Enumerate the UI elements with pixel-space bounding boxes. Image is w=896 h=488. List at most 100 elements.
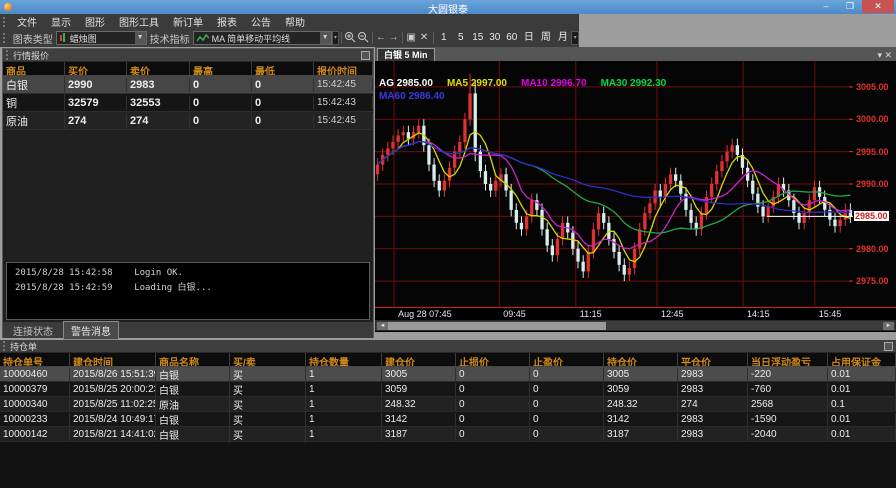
back-arrow-icon[interactable]: ← [374,31,387,45]
positions-cell: 2983 [678,368,748,381]
chart-scrollbar[interactable]: ◄ ► [375,320,896,331]
positions-cell: 10000233 [0,413,70,426]
menu-item-帮助[interactable]: 帮助 [278,14,312,29]
quotes-header-row: 商品买价卖价最高最低报价时间 [3,62,373,76]
indicator-dropdown[interactable]: MA 简单移动平均线 ▼ [193,31,332,45]
menu-item-显示[interactable]: 显示 [44,14,78,29]
positions-cell: -2040 [748,428,828,441]
quotes-cell: 32579 [65,96,127,110]
indicator-label: 技术指标 [150,31,190,46]
table-row[interactable]: 铜32579325530015:42:43 [3,94,373,112]
panel-restore-icon[interactable] [884,342,893,351]
positions-cell: 3005 [604,368,678,381]
timeframe-buttons: 15153060日周月 [435,31,571,45]
zoom-out-icon[interactable] [357,31,370,45]
positions-column-header: 持仓数量 [306,353,382,366]
quotes-cell: 274 [65,114,127,128]
menu-item-报表[interactable]: 报表 [210,14,244,29]
positions-cell: 2015/8/25 20:00:23 [70,383,156,396]
zoom-in-icon[interactable] [344,31,357,45]
timeframe-button-30[interactable]: 30 [486,31,503,45]
timeframe-button-月[interactable]: 月 [554,31,571,45]
positions-cell: 10000460 [0,368,70,381]
new-window-icon[interactable]: ▣ [405,31,418,45]
positions-column-header: 平仓价 [678,353,748,366]
positions-cell: 3059 [604,383,678,396]
indicator-overflow-button[interactable]: ▾ [332,31,340,45]
price-tick-label: 2980.00 [856,244,889,254]
positions-column-header: 持仓单号 [0,353,70,366]
log-tab-连接状态[interactable]: 连接状态 [6,322,60,339]
positions-cell: 2015/8/24 10:49:17 [70,413,156,426]
positions-cell: 白银 [156,426,230,443]
table-row[interactable]: 白银299029830015:42:45 [3,76,373,94]
scrollbar-thumb[interactable] [388,322,606,330]
toolbar-separator [341,32,342,44]
timeframe-button-日[interactable]: 日 [520,31,537,45]
positions-body: 100004602015/8/26 15:51:39白银买13005003005… [0,367,896,442]
timeframe-button-15[interactable]: 15 [469,31,486,45]
maximize-button[interactable]: ❐ [838,0,862,13]
close-button[interactable]: ✕ [862,0,894,13]
legend-entry-MA10: MA10 2996.70 [521,78,587,89]
positions-cell: 0 [456,398,530,411]
positions-cell: 0.1 [828,398,896,411]
quotes-column-header: 最高 [190,62,252,75]
menu-item-公告[interactable]: 公告 [244,14,278,29]
positions-cell: 1 [306,413,382,426]
timeframe-button-周[interactable]: 周 [537,31,554,45]
chevron-down-icon[interactable]: ▼ [320,32,331,44]
positions-cell: 274 [678,398,748,411]
timeframe-button-1[interactable]: 1 [435,31,452,45]
menu-item-文件[interactable]: 文件 [10,14,44,29]
scroll-right-icon[interactable]: ► [883,322,894,330]
positions-cell: 3059 [382,383,456,396]
positions-header-row: 持仓单号建仓时间商品名称买/卖持仓数量建仓价止损价止盈价持仓价平仓价当日浮动盈亏… [0,353,896,367]
positions-cell: 10000142 [0,428,70,441]
log-tab-警告消息[interactable]: 警告消息 [63,321,119,340]
quotes-column-header: 卖价 [127,62,190,75]
table-row[interactable]: 100001422015/8/21 14:41:02白银买13187003187… [0,427,896,442]
chart-window: 白银 5 Min ▾ ✕ AG 2985.00MA5 2997.00MA10 2… [375,47,896,338]
chevron-down-icon[interactable]: ▼ [135,32,146,44]
quotes-cell: 2983 [127,78,190,92]
quotes-cell: 274 [127,114,190,128]
toolbar-overflow-button[interactable]: ▾ [571,31,579,45]
log-tab-bar: 连接状态警告消息 [3,322,373,338]
minimize-button[interactable]: – [814,0,838,13]
timeframe-button-60[interactable]: 60 [503,31,520,45]
positions-column-header: 建仓价 [382,353,456,366]
scroll-left-icon[interactable]: ◄ [377,322,388,330]
table-row[interactable]: 100003402015/8/25 11:02:25原油买1248.320024… [0,397,896,412]
log-line: 2015/8/28 15:42:59 Loading 白银... [15,281,361,296]
chart-tab-controls[interactable]: ▾ ✕ [877,50,892,61]
forward-arrow-icon[interactable]: → [387,31,400,45]
delete-icon[interactable]: ✕ [418,31,431,45]
panel-restore-icon[interactable] [361,51,370,60]
chart-legend: AG 2985.00MA5 2997.00MA10 2996.70MA30 29… [379,77,680,103]
quotes-cell: 0 [252,78,314,92]
positions-cell: 3142 [604,413,678,426]
time-tick-label: 15:45 [819,309,842,319]
positions-cell: 0 [456,383,530,396]
chart-type-label: 图表类型 [13,31,53,46]
table-row[interactable]: 原油2742740015:42:45 [3,112,373,130]
positions-cell: 0 [456,428,530,441]
table-row[interactable]: 100004602015/8/26 15:51:39白银买13005003005… [0,367,896,382]
chart-type-dropdown[interactable]: 蜡烛图 ▼ [56,31,147,45]
positions-cell: 2983 [678,383,748,396]
table-row[interactable]: 100003792015/8/25 20:00:23白银买13059003059… [0,382,896,397]
price-tick-label: 2985.00 [854,211,889,221]
quotes-column-header: 报价时间 [314,62,373,75]
menu-item-图形工具[interactable]: 图形工具 [112,14,166,29]
timeframe-button-5[interactable]: 5 [452,31,469,45]
toolbar-separator [433,32,434,44]
menu-item-新订单[interactable]: 新订单 [166,14,210,29]
toolbar-grip [3,33,6,43]
candlestick-chart[interactable]: AG 2985.00MA5 2997.00MA10 2996.70MA30 29… [375,61,853,307]
time-tick-label: 14:15 [747,309,770,319]
menu-item-图形[interactable]: 图形 [78,14,112,29]
chart-tab[interactable]: 白银 5 Min [377,48,435,61]
table-row[interactable]: 100002332015/8/24 10:49:17白银买13142003142… [0,412,896,427]
positions-column-header: 建仓时间 [70,353,156,366]
